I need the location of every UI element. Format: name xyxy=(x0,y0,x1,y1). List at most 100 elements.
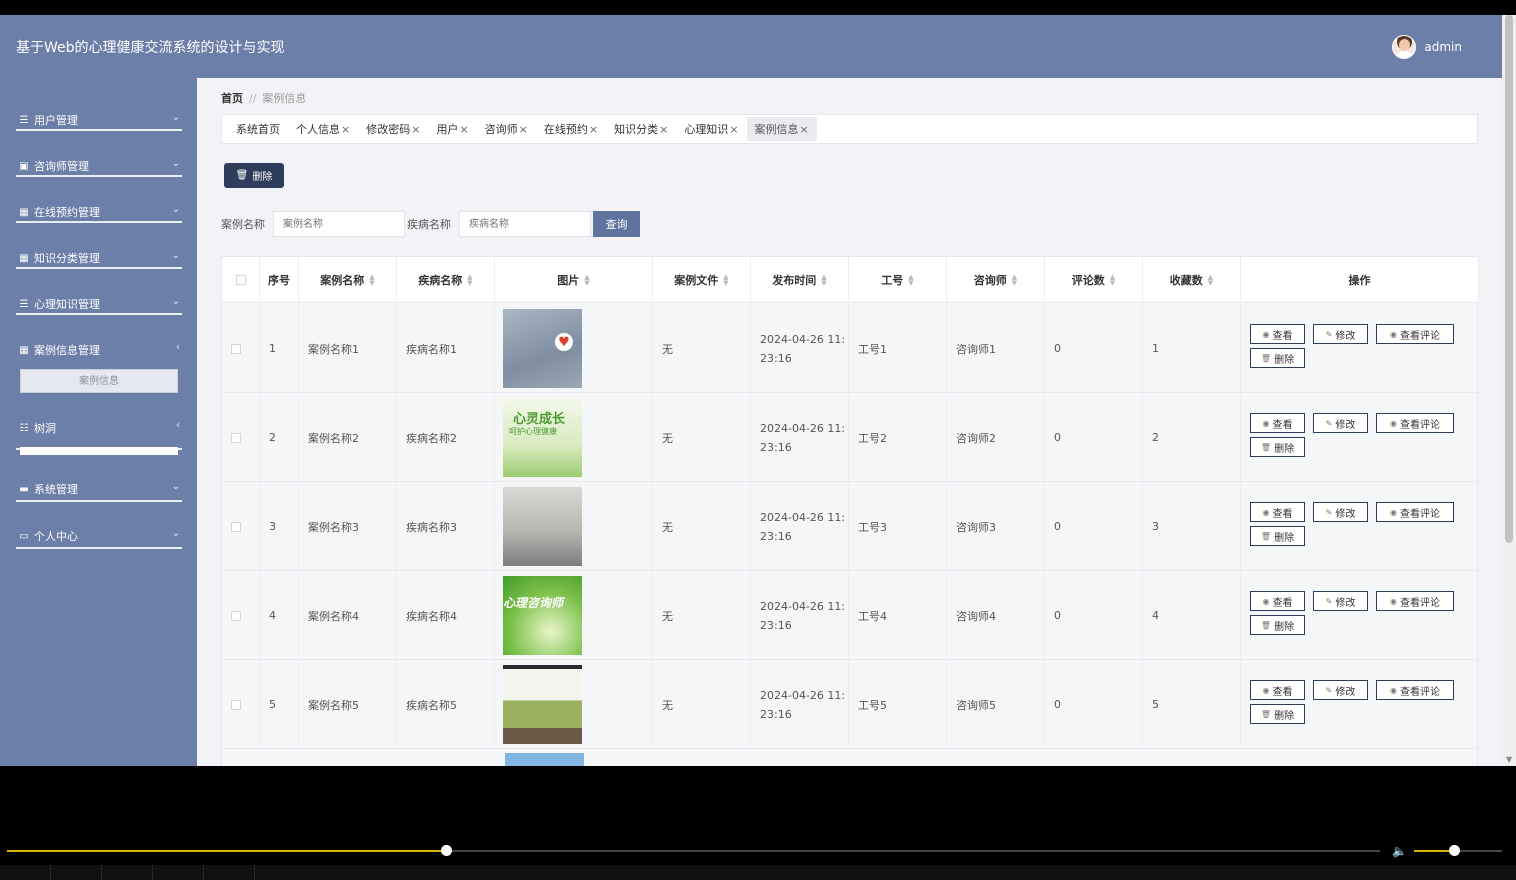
close-icon[interactable]: × xyxy=(411,123,420,136)
close-icon[interactable]: × xyxy=(459,123,468,136)
close-icon[interactable]: × xyxy=(519,123,528,136)
avatar[interactable] xyxy=(1392,35,1417,59)
tab[interactable]: 心理知识× xyxy=(676,117,746,141)
close-icon[interactable]: × xyxy=(341,123,350,136)
edit-button[interactable]: ✎ 修改 xyxy=(1313,413,1368,433)
delete-button[interactable]: 🗑 删除 xyxy=(1250,348,1305,368)
eye-icon: ◉ xyxy=(1262,329,1270,339)
sidebar-divider xyxy=(16,313,182,315)
view-button[interactable]: ◉ 查看 xyxy=(1250,413,1305,433)
tab[interactable]: 用户× xyxy=(428,117,476,141)
column-header[interactable]: 咨询师 ▲ ▼ xyxy=(947,257,1045,303)
query-button[interactable]: 查询 xyxy=(593,211,640,237)
column-header[interactable]: 案例文件 ▲ ▼ xyxy=(653,257,751,303)
sort-icon[interactable]: ▲ ▼ xyxy=(1012,274,1017,287)
close-icon[interactable]: × xyxy=(659,123,668,136)
sidebar-divider xyxy=(16,129,182,131)
edit-button[interactable]: ✎ 修改 xyxy=(1313,324,1368,344)
taskbar-slot[interactable] xyxy=(51,865,102,880)
sidebar-item[interactable]: ▦ 案例信息管理 ‹ xyxy=(18,338,182,362)
chevron-down-icon: ⌄ xyxy=(171,481,180,492)
view-button[interactable]: ◉ 查看 xyxy=(1250,502,1305,522)
delete-button[interactable]: 🗑 删除 xyxy=(1250,615,1305,635)
sort-icon[interactable]: ▲ ▼ xyxy=(821,274,826,287)
progress-knob[interactable] xyxy=(441,845,453,856)
row-checkbox[interactable] xyxy=(231,432,241,443)
volume-knob[interactable] xyxy=(1448,845,1460,856)
column-header[interactable]: 发布时间 ▲ ▼ xyxy=(751,257,849,303)
submenu-item-case-info[interactable]: 案例信息 xyxy=(20,369,178,393)
sidebar-item[interactable]: ☷ 树洞 ‹ xyxy=(18,416,182,440)
sort-icon[interactable]: ▲ ▼ xyxy=(467,274,472,287)
scroll-thumb[interactable] xyxy=(1505,15,1513,543)
progress-track[interactable] xyxy=(7,845,1380,856)
row-checkbox[interactable] xyxy=(231,343,241,354)
column-header[interactable]: 案例名称 ▲ ▼ xyxy=(299,257,397,303)
column-header[interactable]: 收藏数 ▲ ▼ xyxy=(1143,257,1241,303)
view-button[interactable]: ◉ 查看 xyxy=(1250,324,1305,344)
view-comments-button[interactable]: ◉ 查看评论 xyxy=(1376,413,1454,433)
tab[interactable]: 修改密码× xyxy=(358,117,428,141)
case-thumbnail[interactable] xyxy=(505,753,584,766)
taskbar-slot[interactable] xyxy=(102,865,153,880)
sort-icon[interactable]: ▲ ▼ xyxy=(1110,274,1115,287)
edit-button[interactable]: ✎ 修改 xyxy=(1313,680,1368,700)
edit-button[interactable]: ✎ 修改 xyxy=(1313,591,1368,611)
close-icon[interactable]: × xyxy=(729,123,738,136)
batch-delete-button[interactable]: 🗑 删除 xyxy=(224,163,284,188)
delete-button[interactable]: 🗑 删除 xyxy=(1250,437,1305,457)
taskbar-slot[interactable] xyxy=(153,865,204,880)
sort-icon[interactable]: ▲ ▼ xyxy=(908,274,913,287)
column-header[interactable]: 疾病名称 ▲ ▼ xyxy=(397,257,495,303)
case-thumbnail[interactable]: 心理咨询师 xyxy=(503,576,582,655)
cell-index: 3 xyxy=(260,482,299,571)
breadcrumb-home[interactable]: 首页 xyxy=(221,92,243,105)
sort-icon[interactable]: ▲ ▼ xyxy=(1208,274,1213,287)
view-comments-button[interactable]: ◉ 查看评论 xyxy=(1376,680,1454,700)
edit-button[interactable]: ✎ 修改 xyxy=(1313,502,1368,522)
disease-name-input[interactable] xyxy=(459,211,591,237)
volume-icon[interactable]: 🔈 xyxy=(1392,844,1407,858)
tab[interactable]: 在线预约× xyxy=(536,117,606,141)
select-all-checkbox[interactable] xyxy=(235,275,246,285)
view-button[interactable]: ◉ 查看 xyxy=(1250,591,1305,611)
close-icon[interactable]: × xyxy=(800,123,809,136)
tab[interactable]: 个人信息× xyxy=(288,117,358,141)
sort-icon[interactable]: ▲ ▼ xyxy=(723,274,728,287)
row-checkbox[interactable] xyxy=(231,610,241,621)
sort-icon[interactable]: ▲ ▼ xyxy=(584,274,589,287)
view-button[interactable]: ◉ 查看 xyxy=(1250,680,1305,700)
user-menu[interactable]: admin xyxy=(1392,35,1462,59)
row-checkbox[interactable] xyxy=(231,699,241,710)
user-name[interactable]: admin xyxy=(1424,40,1462,54)
column-header[interactable]: 评论数 ▲ ▼ xyxy=(1045,257,1143,303)
view-comments-button[interactable]: ◉ 查看评论 xyxy=(1376,324,1454,344)
view-comments-button[interactable]: ◉ 查看评论 xyxy=(1376,591,1454,611)
case-thumbnail[interactable] xyxy=(503,665,582,744)
taskbar-slot[interactable] xyxy=(204,865,255,880)
close-icon[interactable]: × xyxy=(589,123,598,136)
page-scrollbar[interactable]: ▲ ▼ xyxy=(1502,15,1516,766)
case-thumbnail[interactable]: ♥ xyxy=(503,309,582,388)
view-comments-button[interactable]: ◉ 查看评论 xyxy=(1376,502,1454,522)
volume-track[interactable] xyxy=(1414,845,1502,856)
case-thumbnail[interactable] xyxy=(503,487,582,566)
row-checkbox[interactable] xyxy=(231,521,241,532)
tab[interactable]: 案例信息× xyxy=(746,117,817,141)
delete-button[interactable]: 🗑 删除 xyxy=(1250,526,1305,546)
edit-icon: ✎ xyxy=(1325,596,1333,606)
tab[interactable]: 知识分类× xyxy=(606,117,676,141)
case-name-input[interactable] xyxy=(273,211,405,237)
tab[interactable]: 系统首页 xyxy=(228,117,288,141)
sort-icon[interactable]: ▲ ▼ xyxy=(369,274,374,287)
sidebar-item[interactable]: ▬ 系统管理 ⌄ xyxy=(18,477,182,501)
column-header[interactable]: 工号 ▲ ▼ xyxy=(849,257,947,303)
delete-button[interactable]: 🗑 删除 xyxy=(1250,704,1305,724)
tab[interactable]: 咨询师× xyxy=(477,117,536,141)
cell-comments: 0 xyxy=(1045,660,1143,749)
scroll-down-icon[interactable]: ▼ xyxy=(1506,755,1512,764)
sidebar-item[interactable]: ▭ 个人中心 ⌄ xyxy=(18,524,182,548)
taskbar-slot[interactable] xyxy=(0,865,51,880)
case-thumbnail[interactable]: 心灵成长 呵护心理健康 xyxy=(503,398,582,477)
column-header[interactable]: 图片 ▲ ▼ xyxy=(495,257,653,303)
